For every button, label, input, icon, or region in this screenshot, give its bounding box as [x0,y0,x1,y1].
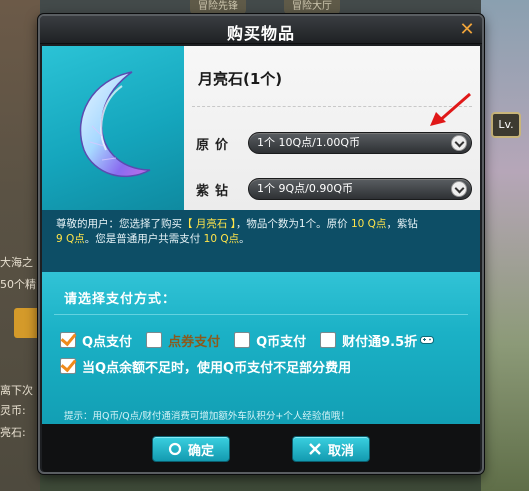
original-price-label: 原价 [196,138,235,153]
q-coin-label[interactable]: Q币支付 [256,331,306,350]
fallback-label[interactable]: 当Q点余额不足时，使用Q币支付不足部分费用 [82,357,351,376]
q-point-label[interactable]: Q点支付 [82,331,132,350]
desc-text-5: 。 [239,233,250,245]
dialog-title: 购买物品 [226,24,295,43]
desc-original-price: 10 Q点 [350,218,387,230]
purchase-description: 尊敬的用户：您选择了购买【 月亮石 】，物品个数为1个。原价 10 Q点，紫钻 … [42,210,480,272]
tenpay-label[interactable]: 财付通9.5折 [342,331,417,350]
level-badge: Lv. [491,112,521,138]
circle-icon [168,442,182,456]
background-text-3: 离下次 [0,384,33,397]
cross-icon [309,443,321,455]
desc-text-2: ，物品个数为1个。原价 [235,218,351,230]
confirm-button[interactable]: 确定 [152,436,230,462]
item-image [42,46,184,210]
desc-text-3: ，紫钻 [386,218,418,230]
background-tab-2: 冒险大厅 [284,0,340,14]
fallback-row: 当Q点余额不足时，使用Q币支付不足部分费用 [60,356,365,376]
desc-text-4: 。您是普通用户共需支付 [84,233,204,245]
purchase-dialog: 购买物品 ✕ 月亮石(1个) 原价 1个 10Q点/1.00Q币 紫钻 1个 9… [38,14,484,474]
background-left-panel: 大海之 50个精 离下次 灵币: 亮石: [0,0,44,491]
q-coin-checkbox[interactable] [234,332,251,348]
desc-purple-price: 9 Q点 [56,233,85,245]
q-point-checkbox[interactable] [60,332,76,348]
item-name: 月亮石(1个) [198,70,283,88]
desc-total-price: 10 Q点 [203,233,240,245]
desc-item-name: 【 月亮石 】 [182,218,236,230]
cancel-button[interactable]: 取消 [292,436,370,462]
desc-text-1: 尊敬的用户：您选择了购买 [56,218,182,230]
red-arrow-annotation-icon [430,92,471,126]
item-panel: 月亮石(1个) 原价 1个 10Q点/1.00Q币 紫钻 1个 9Q点/0.90… [42,46,480,210]
background-text-1: 大海之 [0,256,33,269]
confirm-label: 确定 [187,443,214,459]
crescent-moon-gem-icon [79,71,151,178]
fallback-checkbox[interactable] [60,358,76,374]
background-tab-1: 冒险先锋 [190,0,246,14]
payment-panel: 请选择支付方式： Q点支付 点券支付 Q币支付 财付通9.5折 当Q点余额不足时… [42,272,480,424]
purple-diamond-price-label: 紫钻 [196,184,235,199]
dialog-titlebar: 购买物品 ✕ [40,16,482,44]
payment-tip: 提示：用Q币/Q点/财付通消费可增加额外车队积分+个人经验值哦！ [64,411,350,422]
background-text-5: 亮石: [0,426,26,439]
coupon-checkbox[interactable] [146,332,163,348]
close-button[interactable]: ✕ [458,21,476,39]
dialog-footer: 确定 取消 [42,424,480,472]
payment-title: 请选择支付方式： [64,292,177,307]
background-right-panel: Lv. [481,0,529,491]
background-text-4: 灵币: [0,404,26,417]
purple-diamond-price-select[interactable]: 1个 9Q点/0.90Q币 [248,178,472,200]
purple-diamond-price-value: 1个 9Q点/0.90Q币 [257,182,354,195]
payment-options-row: Q点支付 点券支付 Q币支付 财付通9.5折 [60,330,435,350]
original-price-select[interactable]: 1个 10Q点/1.00Q币 [248,132,472,154]
coupon-label[interactable]: 点券支付 [168,331,220,350]
original-price-value: 1个 10Q点/1.00Q币 [257,136,361,149]
payment-divider [54,314,468,315]
background-text-2: 50个精 [0,278,36,291]
gamepad-icon [420,336,435,344]
chevron-down-icon [451,135,467,151]
chevron-down-icon [451,181,467,197]
cancel-label: 取消 [327,443,354,459]
tenpay-checkbox[interactable] [320,332,337,348]
